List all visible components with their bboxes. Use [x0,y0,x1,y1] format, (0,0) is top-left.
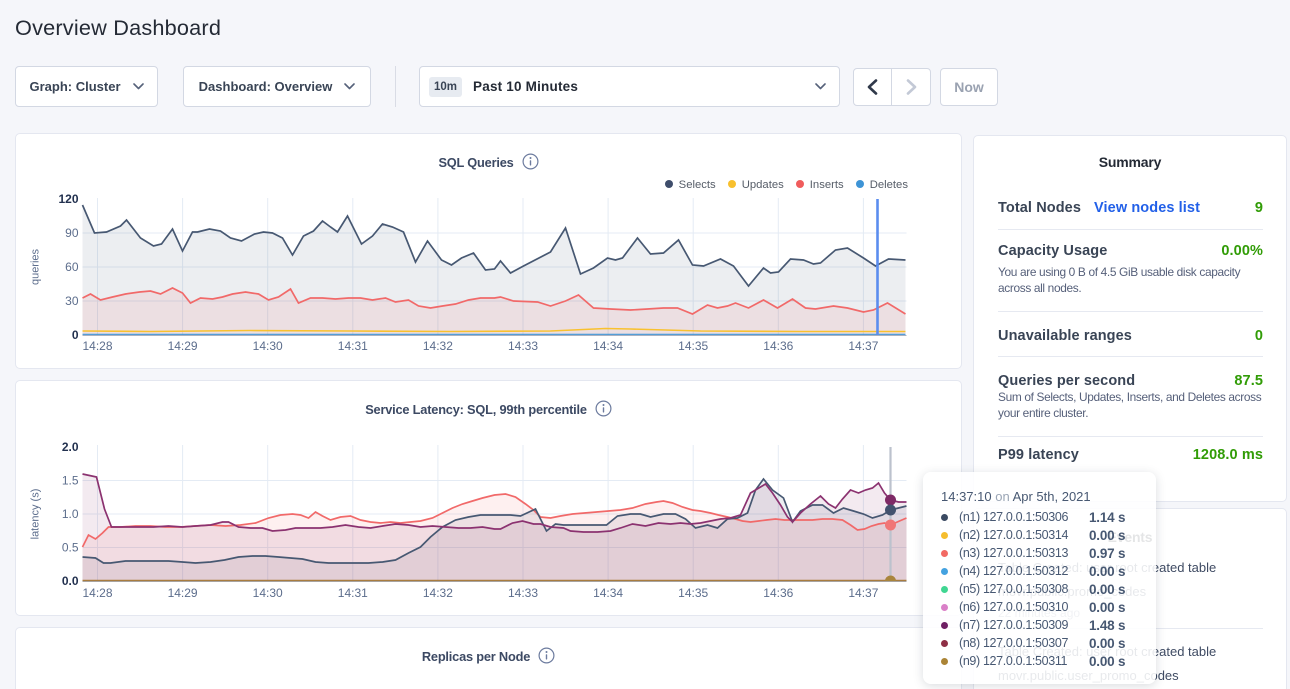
svg-text:14:35: 14:35 [678,339,708,353]
svg-text:120: 120 [58,192,78,206]
svg-text:90: 90 [65,226,79,240]
svg-text:14:33: 14:33 [508,586,538,600]
svg-text:14:31: 14:31 [338,339,368,353]
svg-text:14:30: 14:30 [253,586,283,600]
svg-text:0.0: 0.0 [62,574,79,588]
svg-text:queries: queries [30,248,42,285]
svg-text:14:34: 14:34 [593,586,623,600]
svg-text:latency (s): latency (s) [30,489,42,540]
svg-text:0: 0 [72,328,79,342]
svg-text:14:33: 14:33 [508,339,538,353]
svg-text:14:29: 14:29 [168,586,198,600]
svg-text:14:37: 14:37 [848,586,878,600]
svg-text:30: 30 [65,294,79,308]
svg-text:14:32: 14:32 [423,586,453,600]
svg-text:14:36: 14:36 [763,586,793,600]
svg-text:14:32: 14:32 [423,339,453,353]
svg-text:14:37: 14:37 [848,339,878,353]
svg-text:14:31: 14:31 [338,586,368,600]
svg-text:14:30: 14:30 [253,339,283,353]
svg-text:1.0: 1.0 [62,507,79,521]
svg-text:1.5: 1.5 [62,474,79,488]
svg-text:14:29: 14:29 [168,339,198,353]
svg-text:0.5: 0.5 [62,541,79,555]
svg-text:14:28: 14:28 [82,339,112,353]
svg-text:14:36: 14:36 [763,339,793,353]
svg-text:14:28: 14:28 [82,586,112,600]
svg-text:14:35: 14:35 [678,586,708,600]
svg-text:60: 60 [65,260,79,274]
svg-text:2.0: 2.0 [62,440,79,454]
svg-text:14:34: 14:34 [593,339,623,353]
